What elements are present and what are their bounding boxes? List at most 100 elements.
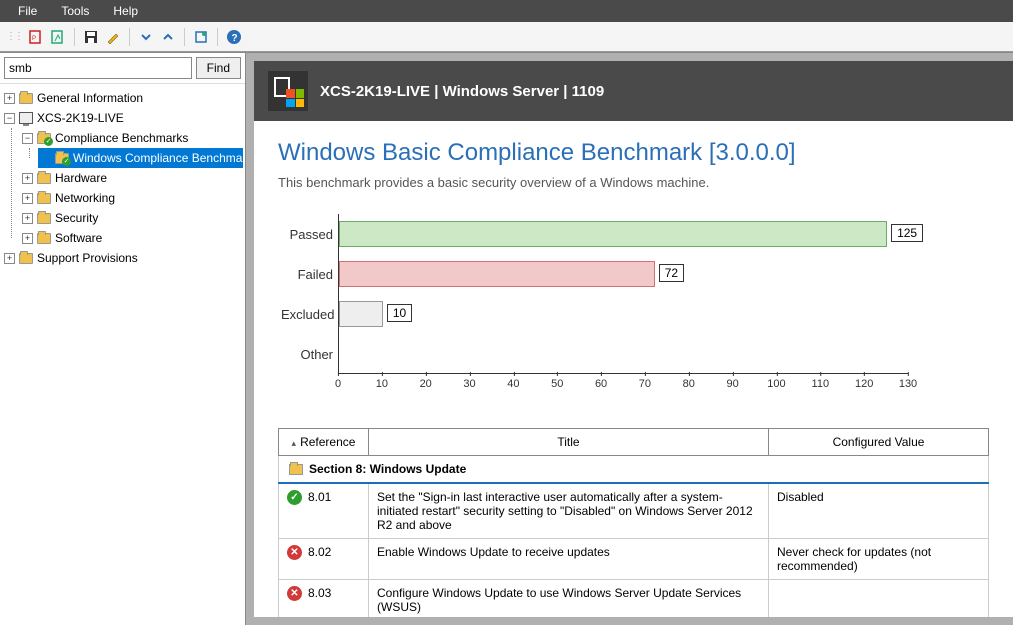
- tree-label: XCS-2K19-LIVE: [37, 108, 124, 128]
- row-title: Set the "Sign-in last interactive user a…: [369, 483, 769, 539]
- help-button[interactable]: ?: [224, 27, 244, 47]
- menu-tools[interactable]: Tools: [49, 2, 101, 20]
- tree-node-hardware[interactable]: + Hardware: [20, 168, 243, 188]
- tree-label: Security: [55, 208, 98, 228]
- content-scroll[interactable]: XCS-2K19-LIVE | Windows Server | 1109 Wi…: [254, 61, 1013, 617]
- chart-bar: [339, 301, 383, 327]
- folder-icon: [37, 193, 51, 204]
- svg-text:P: P: [32, 36, 36, 42]
- chart-tick: 60: [595, 378, 607, 390]
- table-row[interactable]: ✕8.02Enable Windows Update to receive up…: [279, 539, 989, 580]
- chart-tick: 100: [767, 378, 785, 390]
- tree-label: Windows Compliance Benchmark: [73, 148, 245, 168]
- table-row[interactable]: ✓ 8.01 Set the "Sign-in last interactive u…: [279, 483, 989, 539]
- page-title: Windows Basic Compliance Benchmark [3.0.…: [278, 139, 989, 167]
- tree-node-compliance-benchmarks[interactable]: − Compliance Benchmarks: [20, 128, 243, 148]
- folder-icon: [37, 233, 51, 244]
- column-title[interactable]: Title: [369, 429, 769, 456]
- table-row[interactable]: ✕ 8.03 Configure Windows Update to use Win…: [279, 580, 989, 618]
- row-configured-value: Never check for updates (not recommended…: [769, 539, 989, 580]
- section-label: Section 8: Windows Update: [309, 462, 466, 476]
- chart-bar-value: 10: [387, 304, 412, 322]
- collapse-up-button[interactable]: [158, 27, 178, 47]
- tree-label: General Information: [37, 88, 143, 108]
- tree-node-general-information[interactable]: + General Information: [2, 88, 243, 108]
- column-configured-value[interactable]: Configured Value: [769, 429, 989, 456]
- chart-bar-value: 72: [659, 264, 684, 282]
- tree-node-software[interactable]: + Software: [20, 228, 243, 248]
- folder-icon: [37, 173, 51, 184]
- row-reference: 8.01: [308, 490, 331, 504]
- menu-file[interactable]: File: [6, 2, 49, 20]
- edit-button[interactable]: [103, 27, 123, 47]
- tree-label: Compliance Benchmarks: [55, 128, 188, 148]
- fail-icon: ✕: [287, 545, 302, 560]
- computer-icon: [19, 112, 33, 124]
- save-button[interactable]: [81, 27, 101, 47]
- toolbar: ⋮⋮ P ?: [0, 22, 1013, 52]
- tree-label: Support Provisions: [37, 248, 138, 268]
- tree-node-networking[interactable]: +Networking: [20, 188, 243, 208]
- chart-tick: 10: [376, 378, 388, 390]
- chart-tick: 20: [420, 378, 432, 390]
- tree-expander[interactable]: +: [22, 193, 33, 204]
- chart-row: Failed72: [339, 254, 908, 294]
- folder-check-icon: [37, 133, 51, 144]
- chart-tick: 120: [855, 378, 873, 390]
- search-input[interactable]: [4, 57, 192, 79]
- tree-expander[interactable]: +: [22, 213, 33, 224]
- compliance-chart: Passed125Failed72Excluded10Other 0102030…: [338, 214, 989, 398]
- find-button[interactable]: Find: [196, 57, 241, 79]
- export-report-button[interactable]: [48, 27, 68, 47]
- page-description: This benchmark provides a basic security…: [278, 175, 989, 190]
- toolbar-separator: [217, 28, 218, 46]
- chart-category-label: Excluded: [281, 307, 333, 322]
- tree-label: Hardware: [55, 168, 107, 188]
- refresh-button[interactable]: [191, 27, 211, 47]
- tree-expander[interactable]: +: [22, 173, 33, 184]
- folder-icon: [19, 93, 33, 104]
- row-title: Enable Windows Update to receive updates: [369, 539, 769, 580]
- chart-bar: [339, 221, 887, 247]
- folder-check-icon: [55, 153, 69, 164]
- tree-expander[interactable]: +: [4, 93, 15, 104]
- svg-text:?: ?: [232, 33, 238, 44]
- toolbar-separator: [184, 28, 185, 46]
- expand-down-button[interactable]: [136, 27, 156, 47]
- chart-tick: 30: [463, 378, 475, 390]
- tree-node-windows-compliance[interactable]: Windows Compliance Benchmark: [38, 148, 243, 168]
- chart-tick: 90: [726, 378, 738, 390]
- tree-label: Software: [55, 228, 102, 248]
- tree-node-support-provisions[interactable]: + Support Provisions: [2, 248, 243, 268]
- table-section-row[interactable]: Section 8: Windows Update: [279, 456, 989, 484]
- tree-view[interactable]: + General Information − XCS-2K19-LIVE: [0, 84, 245, 625]
- chart-tick: 0: [335, 378, 341, 390]
- chart-category-label: Other: [281, 347, 333, 362]
- content-area: XCS-2K19-LIVE | Windows Server | 1109 Wi…: [246, 53, 1013, 625]
- chart-category-label: Failed: [281, 267, 333, 282]
- export-pdf-button[interactable]: P: [26, 27, 46, 47]
- folder-icon: [289, 464, 303, 475]
- column-reference[interactable]: Reference: [279, 429, 369, 456]
- menubar: File Tools Help: [0, 0, 1013, 22]
- fail-icon: ✕: [287, 586, 302, 601]
- chart-row: Other: [339, 334, 908, 374]
- tree-node-security[interactable]: + Security: [20, 208, 243, 228]
- check-icon: ✓: [287, 490, 302, 505]
- tree-expander[interactable]: −: [22, 133, 33, 144]
- row-title: Configure Windows Update to use Windows …: [369, 580, 769, 618]
- menu-help[interactable]: Help: [101, 2, 150, 20]
- report-icon: [268, 71, 308, 111]
- tree-node-host[interactable]: − XCS-2K19-LIVE: [2, 108, 243, 128]
- folder-icon: [37, 213, 51, 224]
- chart-tick: 40: [507, 378, 519, 390]
- tree-expander[interactable]: +: [4, 253, 15, 264]
- toolbar-grip: ⋮⋮: [6, 31, 22, 42]
- toolbar-separator: [129, 28, 130, 46]
- chart-tick: 80: [683, 378, 695, 390]
- tree-expander[interactable]: +: [22, 233, 33, 244]
- chart-tick: 110: [812, 378, 830, 390]
- tree-expander[interactable]: −: [4, 113, 15, 124]
- row-reference: 8.03: [308, 586, 331, 600]
- chart-tick: 50: [551, 378, 563, 390]
